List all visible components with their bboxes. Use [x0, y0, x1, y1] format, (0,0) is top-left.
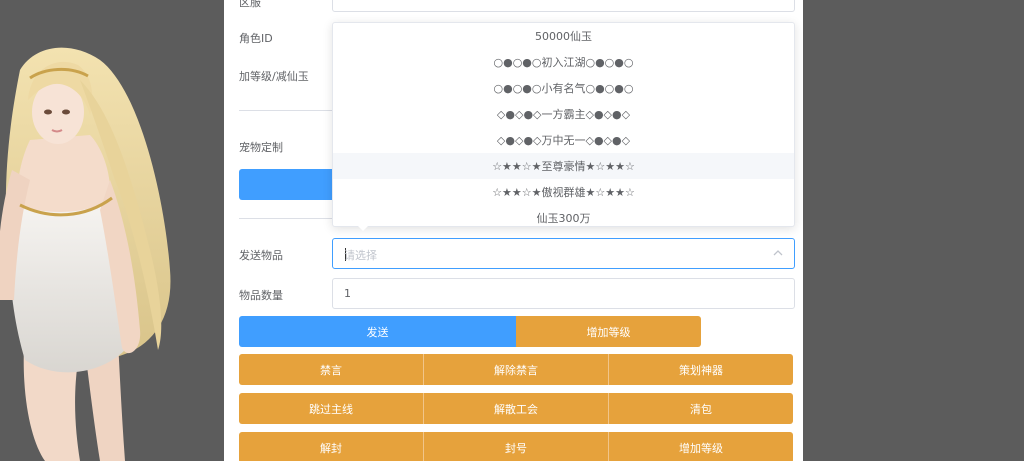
- send-item-select[interactable]: 请选择: [332, 238, 795, 269]
- disband-guild-button[interactable]: 解散工会: [424, 393, 609, 424]
- dropdown-option[interactable]: ○●○●○小有名气○●○●○: [333, 75, 794, 101]
- level-label: 加等级/减仙玉: [239, 70, 309, 83]
- add-level-button[interactable]: 增加等级: [516, 316, 701, 347]
- dropdown-arrow: [357, 225, 369, 231]
- item-qty-label: 物品数量: [239, 289, 283, 302]
- action-row-2: 跳过主线 解散工会 清包: [239, 393, 793, 424]
- server-label: 区服: [239, 0, 261, 9]
- mute-button[interactable]: 禁言: [239, 354, 424, 385]
- send-item-dropdown: 50000仙玉 ○●○●○初入江湖○●○●○ ○●○●○小有名气○●○●○ ◇●…: [332, 22, 795, 227]
- item-qty-input[interactable]: 1: [332, 278, 795, 309]
- send-item-label: 发送物品: [239, 249, 283, 262]
- unban-button[interactable]: 解封: [239, 432, 424, 461]
- skip-main-quest-button[interactable]: 跳过主线: [239, 393, 424, 424]
- item-qty-value: 1: [344, 287, 351, 300]
- clear-bag-button[interactable]: 清包: [609, 393, 793, 424]
- server-input[interactable]: [332, 0, 795, 12]
- dropdown-option[interactable]: 仙玉300万: [333, 205, 794, 226]
- designer-artifact-button[interactable]: 策划神器: [609, 354, 793, 385]
- dropdown-option[interactable]: ○●○●○初入江湖○●○●○: [333, 49, 794, 75]
- chevron-up-icon: [773, 250, 783, 256]
- ban-button[interactable]: 封号: [424, 432, 609, 461]
- dropdown-option[interactable]: ◇●◇●◇万中无一◇●◇●◇: [333, 127, 794, 153]
- add-level-button-2[interactable]: 增加等级: [609, 432, 793, 461]
- dropdown-option[interactable]: ◇●◇●◇一方霸主◇●◇●◇: [333, 101, 794, 127]
- dropdown-option-hovered[interactable]: ☆★★☆★至尊豪情★☆★★☆: [333, 153, 794, 179]
- role-id-label: 角色ID: [239, 32, 273, 45]
- character-illustration: [0, 30, 190, 461]
- send-item-placeholder: 请选择: [344, 249, 377, 262]
- send-button[interactable]: 发送: [239, 316, 516, 347]
- dropdown-option[interactable]: 50000仙玉: [333, 23, 794, 49]
- pet-label: 宠物定制: [239, 141, 283, 154]
- unmute-button[interactable]: 解除禁言: [424, 354, 609, 385]
- action-row-1: 禁言 解除禁言 策划神器: [239, 354, 793, 385]
- dropdown-option[interactable]: ☆★★☆★傲视群雄★☆★★☆: [333, 179, 794, 205]
- action-row-3: 解封 封号 增加等级: [239, 432, 793, 461]
